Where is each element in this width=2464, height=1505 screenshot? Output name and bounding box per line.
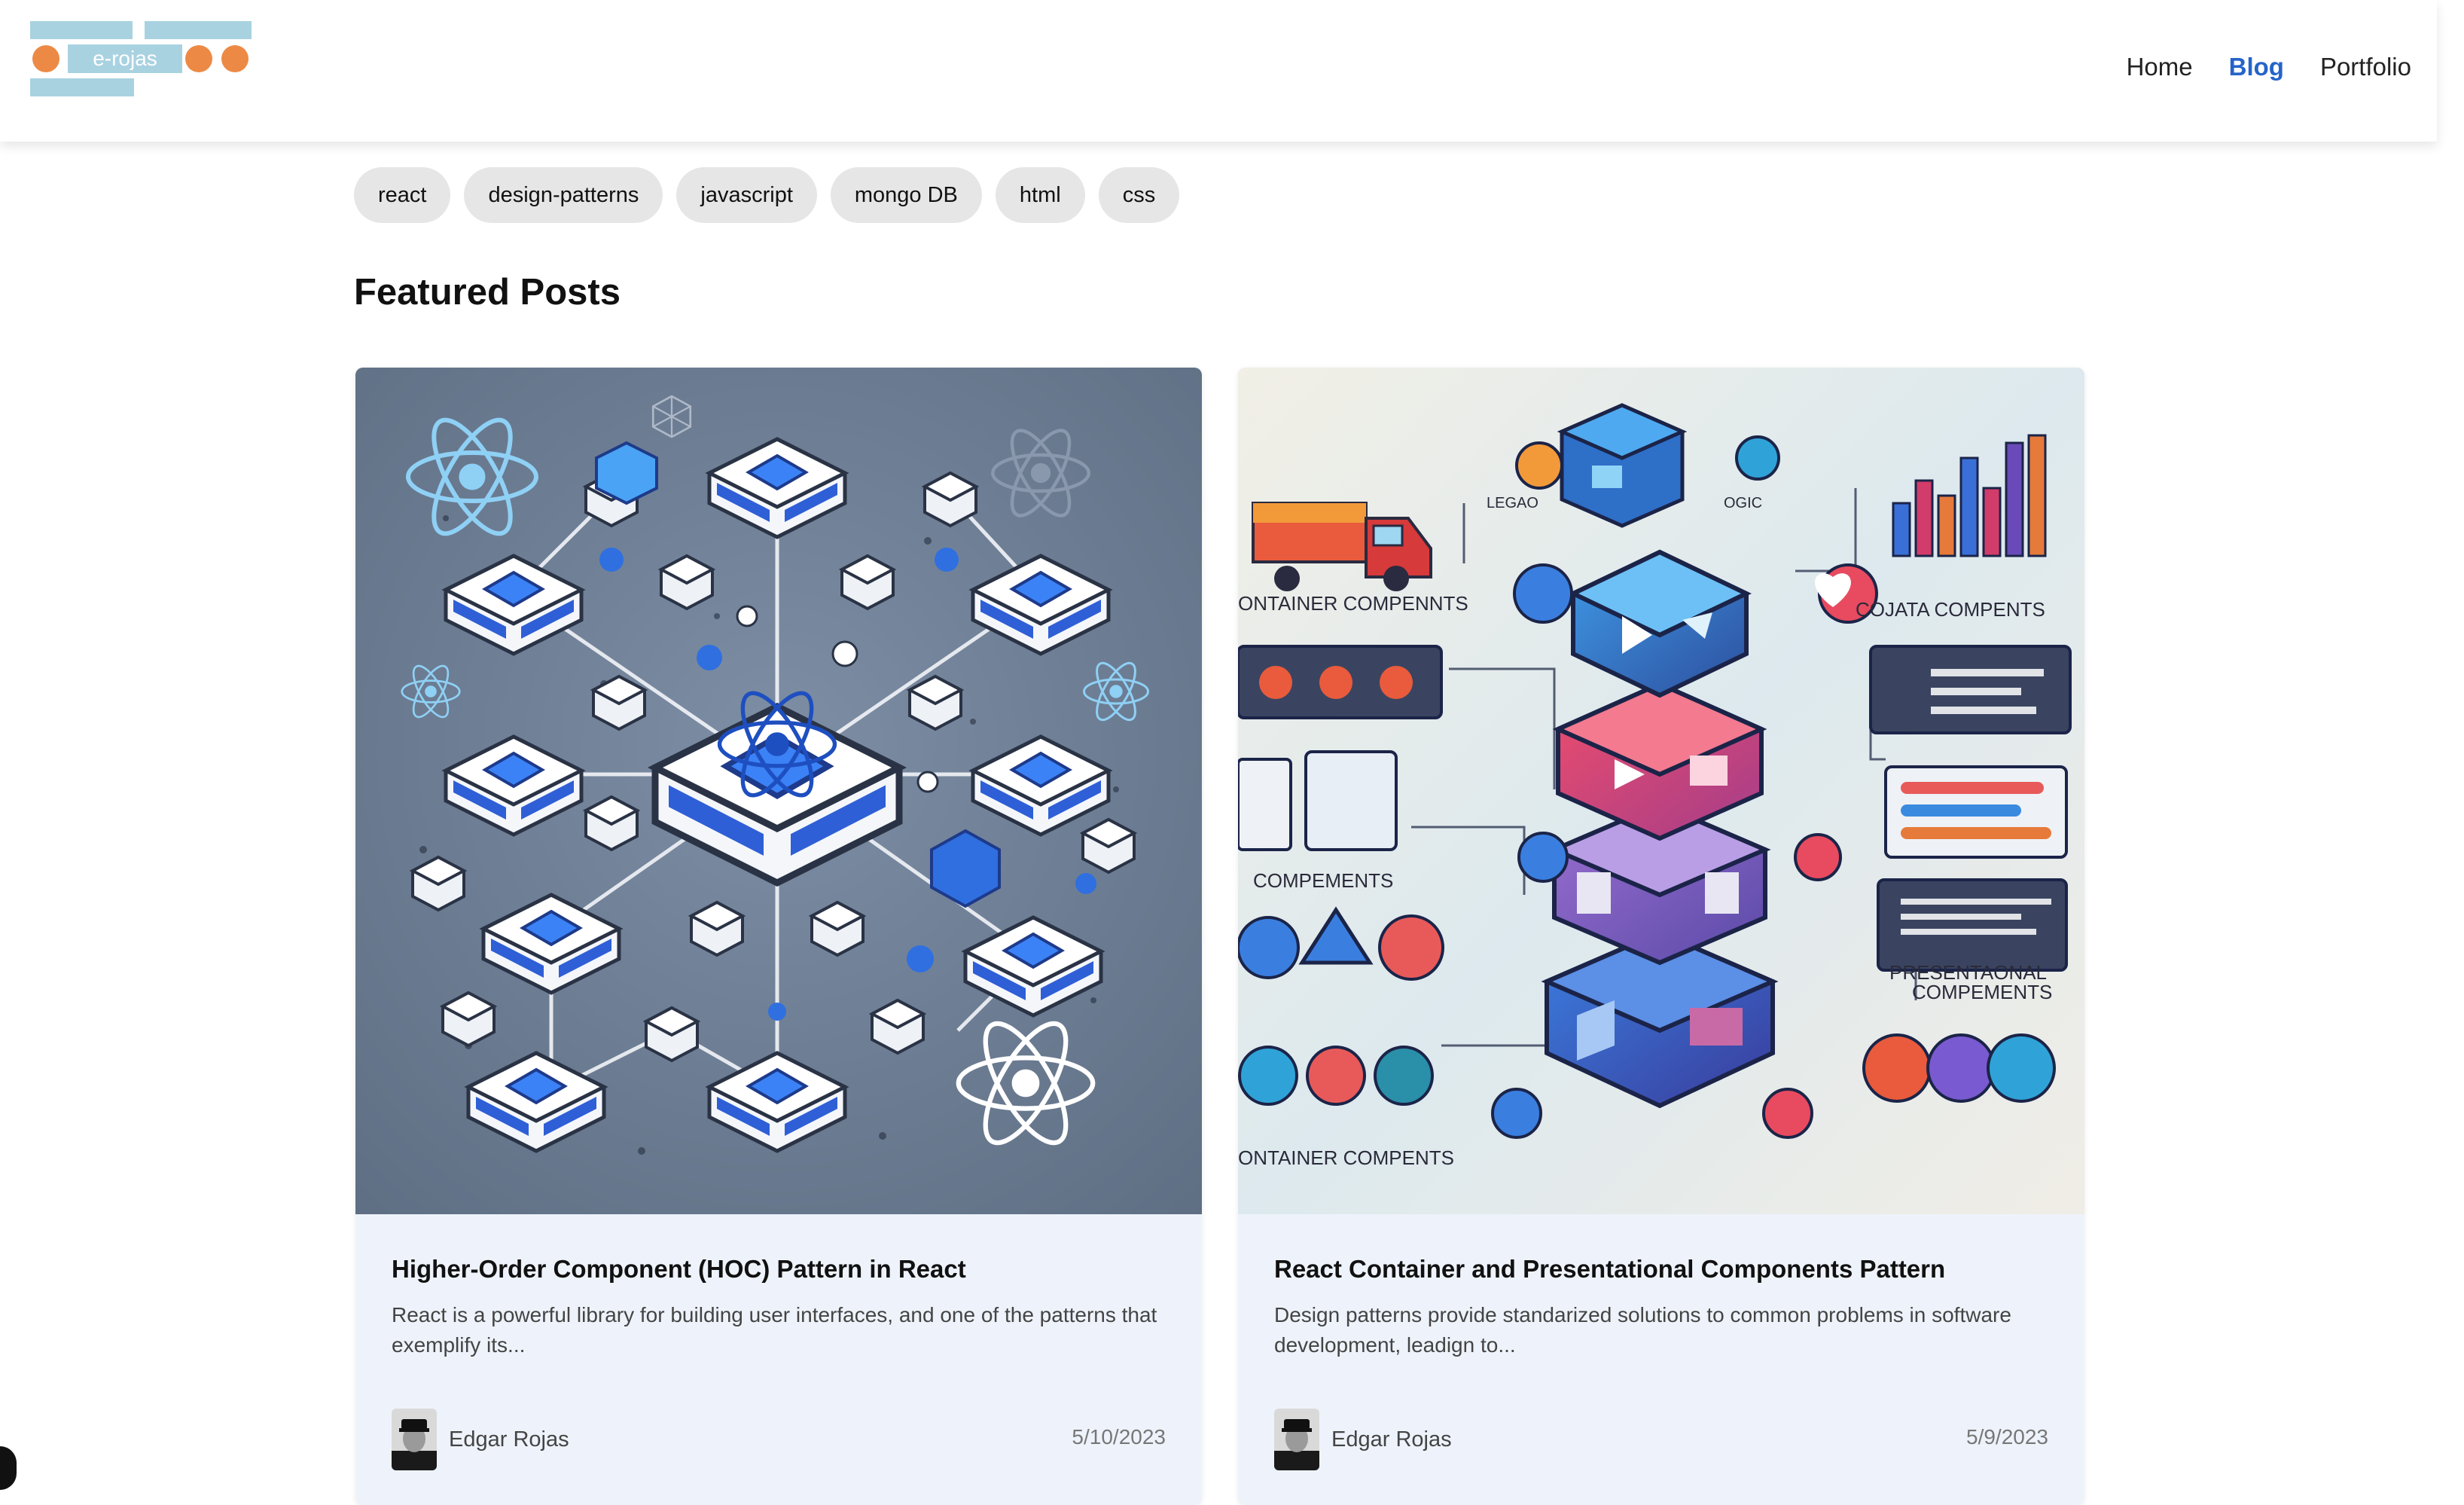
post-title[interactable]: Higher-Order Component (HOC) Pattern in … (392, 1255, 966, 1284)
post-author: Edgar Rojas (392, 1409, 569, 1470)
image-label: COJATA COMPENTS (1856, 598, 2045, 621)
component-stack-illustration: ONTAINER COMPENNTS COJATA COMPENTS COMPE… (1238, 368, 2084, 1214)
nav-blog[interactable]: Blog (2229, 53, 2284, 81)
image-label: ONTAINER COMPENNTS (1238, 592, 1468, 615)
post-card-hoc[interactable]: Higher-Order Component (HOC) Pattern in … (355, 368, 1202, 1505)
post-title[interactable]: React Container and Presentational Compo… (1274, 1255, 1945, 1284)
image-label: COMPEMENTS (1253, 869, 1393, 892)
tag-react[interactable]: react (354, 167, 451, 223)
tag-html[interactable]: html (995, 167, 1085, 223)
tag-css[interactable]: css (1098, 167, 1180, 223)
featured-posts-heading: Featured Posts (354, 272, 621, 313)
author-name: Edgar Rojas (449, 1427, 569, 1452)
author-avatar (392, 1409, 437, 1470)
post-excerpt: Design patterns provide standarized solu… (1274, 1303, 2011, 1357)
tag-design-patterns[interactable]: design-patterns (464, 167, 663, 223)
post-author: Edgar Rojas (1274, 1409, 1452, 1470)
tag-javascript[interactable]: javascript (676, 167, 817, 223)
site-logo[interactable]: e-rojas (29, 20, 255, 98)
image-label: COMPEMENTS (1912, 981, 2052, 1003)
react-network-illustration (355, 368, 1202, 1214)
logo-text: e-rojas (93, 47, 157, 70)
tag-filter-list: react design-patterns javascript mongo D… (354, 167, 1180, 223)
tag-mongodb[interactable]: mongo DB (830, 167, 982, 223)
post-date: 5/9/2023 (1966, 1425, 2048, 1449)
image-label: ONTAINER COMPENTS (1238, 1146, 1454, 1169)
floating-action-button[interactable] (0, 1446, 17, 1490)
nav-home[interactable]: Home (2127, 53, 2193, 81)
site-header: e-rojas Home Blog Portfolio (0, 0, 2437, 142)
author-name: Edgar Rojas (1331, 1427, 1452, 1452)
main-nav: Home Blog Portfolio (2127, 53, 2411, 81)
post-date: 5/10/2023 (1072, 1425, 1166, 1449)
nav-portfolio[interactable]: Portfolio (2320, 53, 2411, 81)
image-label: OGIC (1724, 495, 1762, 511)
post-card-container-presentational[interactable]: ONTAINER COMPENNTS COJATA COMPENTS COMPE… (1238, 368, 2084, 1505)
post-excerpt: React is a powerful library for building… (392, 1303, 1157, 1357)
author-avatar (1274, 1409, 1319, 1470)
image-label: LEGAO (1487, 495, 1538, 511)
